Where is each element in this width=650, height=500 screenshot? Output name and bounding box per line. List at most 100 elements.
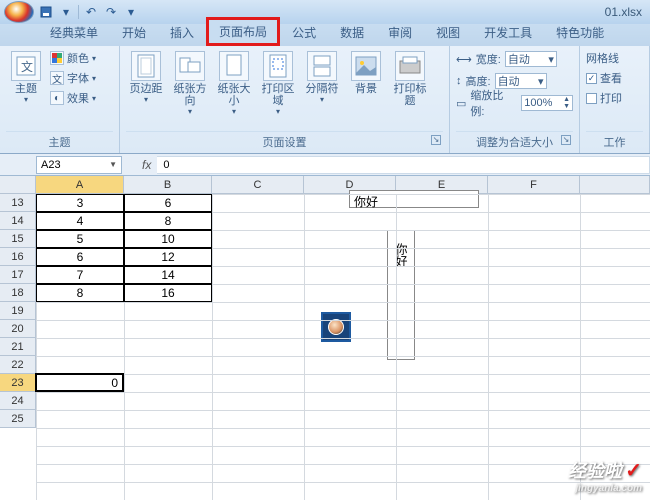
row-header[interactable]: 17 <box>0 266 36 284</box>
table-cell[interactable]: 8 <box>36 284 124 302</box>
width-label: 宽度: <box>476 51 501 67</box>
row-header[interactable]: 21 <box>0 338 36 356</box>
row-header[interactable]: 19 <box>0 302 36 320</box>
table-cell[interactable]: 16 <box>124 284 212 302</box>
textbox-horizontal[interactable]: 你好 <box>349 190 479 208</box>
qat-dropdown-icon[interactable]: ▾ <box>58 4 74 20</box>
print-titles-label: 打印标题 <box>390 83 430 107</box>
quick-access-toolbar: ▾ ↶ ↷ ▾ <box>38 4 139 20</box>
table-cell[interactable]: 6 <box>36 248 124 266</box>
chevron-down-icon: ▾ <box>320 95 324 104</box>
background-button[interactable]: 背景 <box>346 49 386 95</box>
table-cell[interactable]: 5 <box>36 230 124 248</box>
dialog-launcher-icon[interactable]: ↘ <box>431 135 441 145</box>
dialog-launcher-icon[interactable]: ↘ <box>561 135 571 145</box>
margins-icon <box>131 51 161 81</box>
print-checkbox[interactable] <box>586 93 597 104</box>
size-label: 纸张大小 <box>214 83 254 107</box>
print-area-button[interactable]: 打印区域▾ <box>258 49 298 116</box>
watermark-url: jingyanla.com <box>568 483 642 494</box>
view-checkbox[interactable]: ✓ <box>586 73 597 84</box>
row-header[interactable]: 23 <box>0 374 36 392</box>
breaks-button[interactable]: 分隔符▾ <box>302 49 342 104</box>
undo-icon[interactable]: ↶ <box>83 4 99 20</box>
row-header[interactable]: 16 <box>0 248 36 266</box>
textbox-vertical[interactable]: 你好 <box>387 230 415 360</box>
row-header[interactable]: 13 <box>0 194 36 212</box>
group-label-page-setup: 页面设置↘ <box>126 131 443 153</box>
theme-effects-button[interactable]: ◐效果▾ <box>50 89 96 107</box>
table-cell[interactable]: 10 <box>124 230 212 248</box>
qat-more-icon[interactable]: ▾ <box>123 4 139 20</box>
print-titles-icon <box>395 51 425 81</box>
table-cell[interactable]: 7 <box>36 266 124 284</box>
scale-spinner[interactable]: 100%▲▼ <box>521 95 573 111</box>
tab-insert[interactable]: 插入 <box>158 19 206 46</box>
column-header[interactable]: C <box>212 176 304 194</box>
theme-fonts-button[interactable]: 文字体▾ <box>50 69 96 87</box>
background-icon <box>351 51 381 81</box>
colors-icon <box>50 51 64 65</box>
ruler-v-icon: ↕ <box>456 75 462 87</box>
scale-icon: ▭ <box>456 97 466 110</box>
row-header[interactable]: 18 <box>0 284 36 302</box>
save-icon[interactable] <box>38 4 54 20</box>
orientation-button[interactable]: 纸张方向▾ <box>170 49 210 116</box>
tab-data[interactable]: 数据 <box>328 19 376 46</box>
ribbon: 文 主题 ▾ 颜色▾ 文字体▾ ◐效果▾ 主题 页边距▾ 纸张方向▾ 纸张大小▾… <box>0 46 650 154</box>
table-cell[interactable]: 4 <box>36 212 124 230</box>
name-box[interactable]: A23▼ <box>36 156 122 174</box>
tab-review[interactable]: 审阅 <box>376 19 424 46</box>
table-cell[interactable]: 3 <box>36 194 124 212</box>
row-header[interactable]: 22 <box>0 356 36 374</box>
chevron-down-icon: ▾ <box>232 107 236 116</box>
table-cell[interactable]: 8 <box>124 212 212 230</box>
table-cell[interactable]: 6 <box>124 194 212 212</box>
chevron-down-icon: ▾ <box>188 107 192 116</box>
column-header[interactable]: F <box>488 176 580 194</box>
office-button-icon[interactable] <box>4 1 34 23</box>
print-area-icon <box>263 51 293 81</box>
print-titles-button[interactable]: 打印标题 <box>390 49 430 107</box>
theme-colors-button[interactable]: 颜色▾ <box>50 49 96 67</box>
formula-input[interactable]: 0 <box>157 156 650 174</box>
themes-button[interactable]: 文 主题 ▾ <box>6 49 46 104</box>
print-area-label: 打印区域 <box>258 83 298 107</box>
table-cell[interactable]: 12 <box>124 248 212 266</box>
select-all-corner[interactable] <box>0 176 36 194</box>
chevron-down-icon: ▾ <box>538 75 544 88</box>
ruler-h-icon: ⟷ <box>456 53 472 66</box>
orientation-icon <box>175 51 205 81</box>
tab-view[interactable]: 视图 <box>424 19 472 46</box>
row-header[interactable]: 25 <box>0 410 36 428</box>
cell-grid[interactable]: 你好 你好 36485106127148160 <box>36 194 650 500</box>
breaks-icon <box>307 51 337 81</box>
tab-page-layout[interactable]: 页面布局 <box>206 17 280 46</box>
tab-developer[interactable]: 开发工具 <box>472 19 544 46</box>
fx-icon[interactable]: fx <box>142 158 151 172</box>
group-page-setup: 页边距▾ 纸张方向▾ 纸张大小▾ 打印区域▾ 分隔符▾ 背景 打印标题 页面设置… <box>120 46 450 153</box>
margins-button[interactable]: 页边距▾ <box>126 49 166 104</box>
table-cell[interactable]: 14 <box>124 266 212 284</box>
column-header[interactable]: A <box>36 176 124 194</box>
size-button[interactable]: 纸张大小▾ <box>214 49 254 116</box>
tab-home[interactable]: 开始 <box>110 19 158 46</box>
redo-icon[interactable]: ↷ <box>103 4 119 20</box>
group-scale-to-fit: ⟷宽度:自动▾ ↕高度:自动▾ ▭缩放比例:100%▲▼ 调整为合适大小↘ <box>450 46 580 153</box>
view-label: 查看 <box>600 70 622 86</box>
active-cell[interactable]: 0 <box>35 373 124 392</box>
checkmark-icon: ✓ <box>625 460 642 482</box>
width-select[interactable]: 自动▾ <box>505 51 557 67</box>
chevron-down-icon: ▼ <box>109 160 117 169</box>
worksheet: ABCDEF 13141516171819202122232425 你好 你好 … <box>0 176 650 500</box>
themes-icon: 文 <box>11 51 41 81</box>
row-header[interactable]: 15 <box>0 230 36 248</box>
tab-formulas[interactable]: 公式 <box>280 19 328 46</box>
row-header[interactable]: 24 <box>0 392 36 410</box>
row-header[interactable]: 20 <box>0 320 36 338</box>
tab-special[interactable]: 特色功能 <box>544 19 616 46</box>
print-label: 打印 <box>600 90 622 106</box>
row-header[interactable]: 14 <box>0 212 36 230</box>
column-header[interactable]: B <box>124 176 212 194</box>
tab-classic-menu[interactable]: 经典菜单 <box>38 19 110 46</box>
